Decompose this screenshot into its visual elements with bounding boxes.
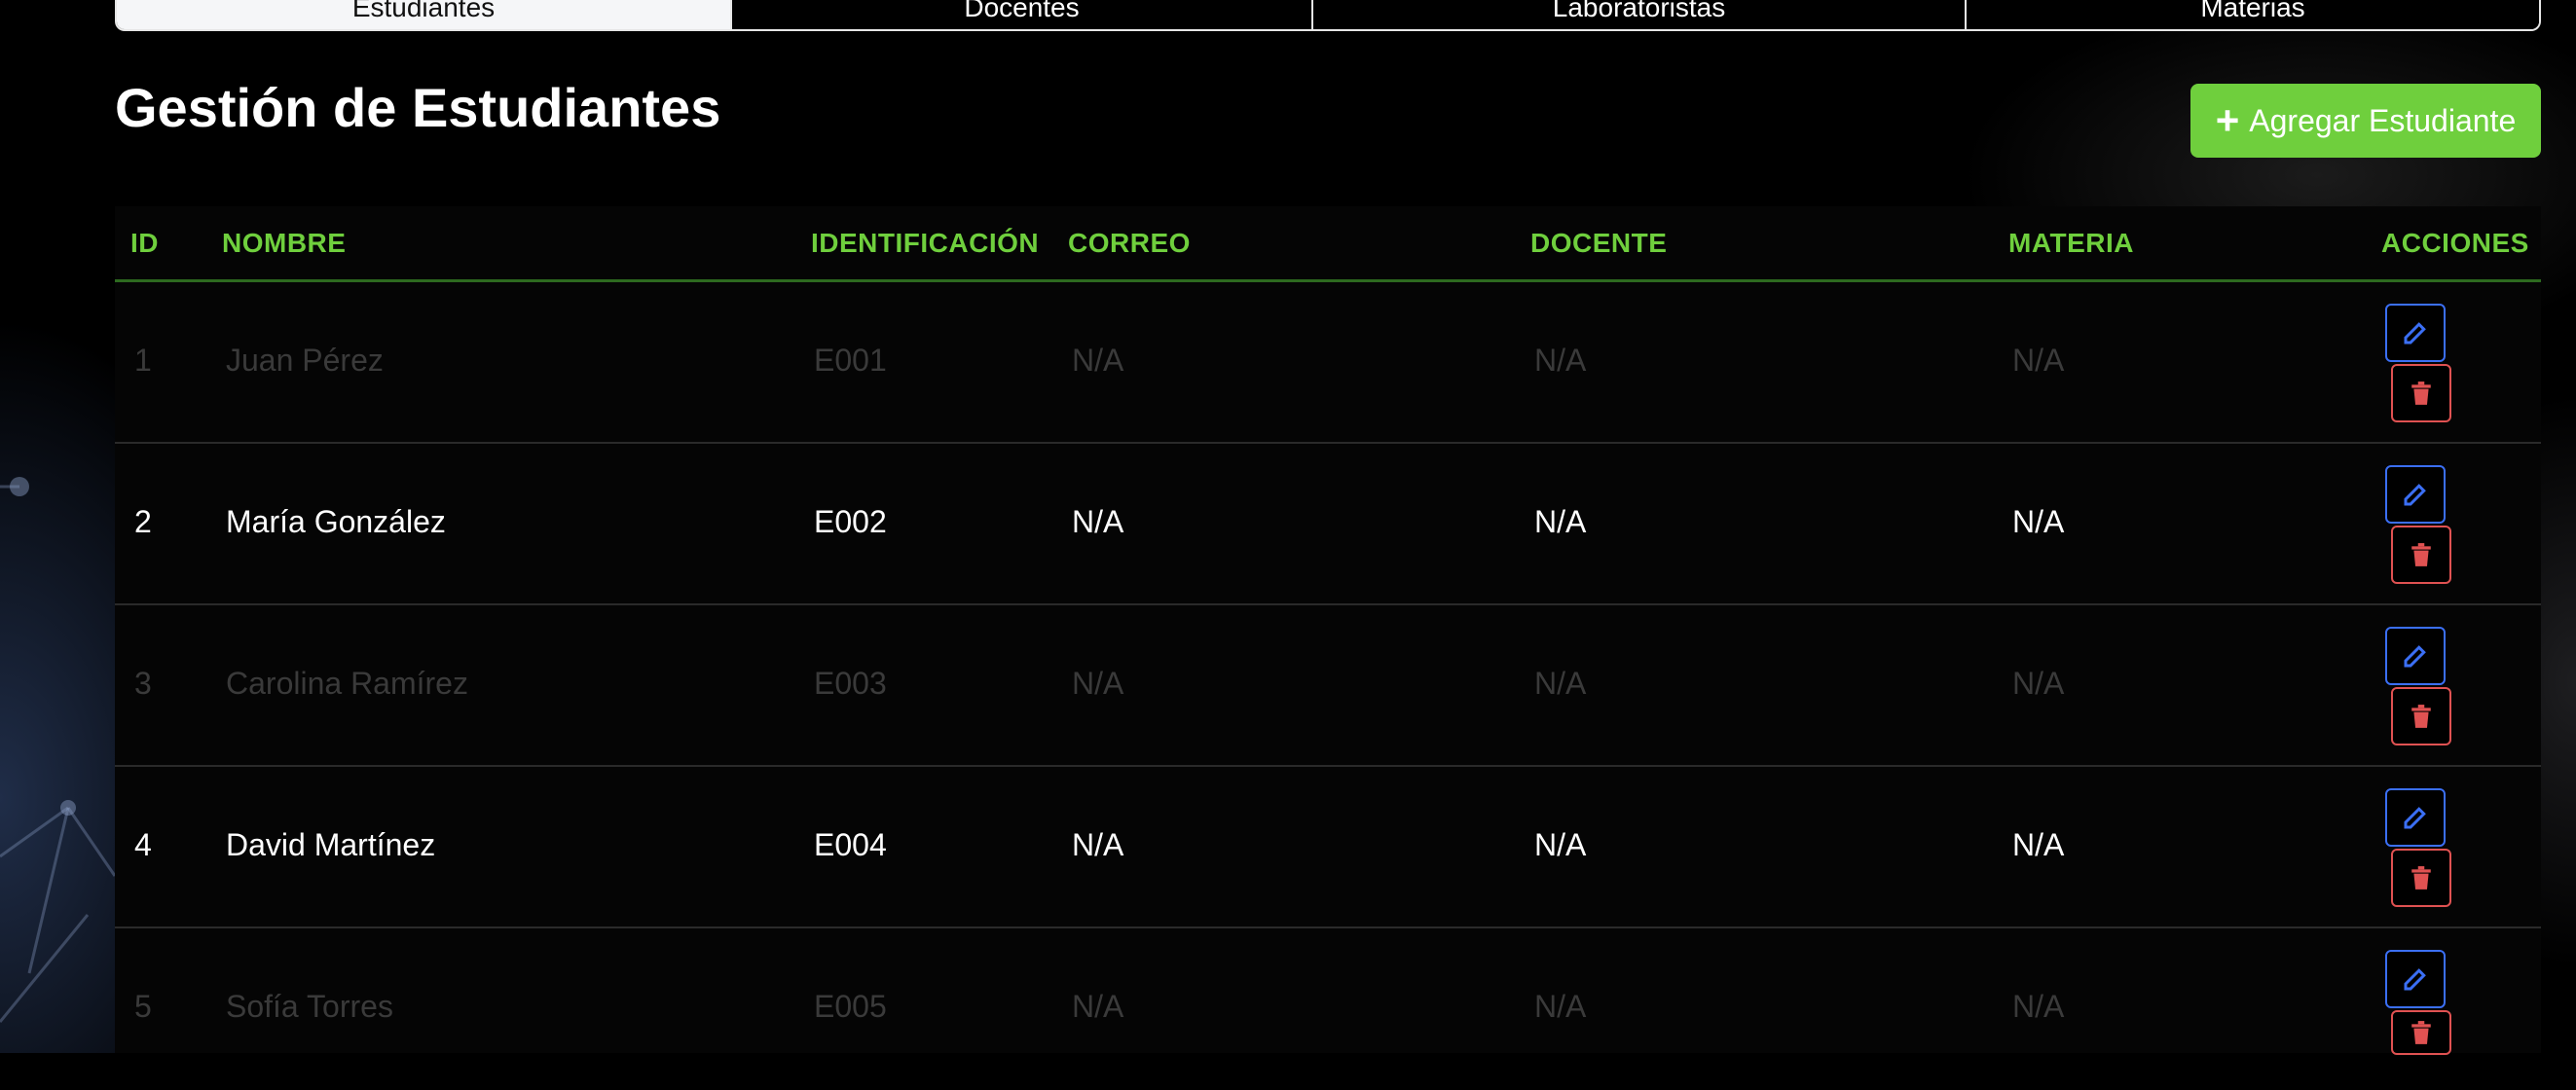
section-tabs: Estudiantes Docentes Laboratoristas Mate…	[115, 0, 2541, 31]
delete-button[interactable]	[2391, 687, 2451, 745]
table-row: 5 Sofía Torres E005 N/A N/A N/A	[115, 928, 2541, 1090]
delete-button[interactable]	[2391, 526, 2451, 584]
cell-identificacion: E003	[814, 666, 887, 701]
trash-icon	[2411, 1021, 2431, 1044]
cell-id: 5	[134, 989, 152, 1024]
edit-icon	[2404, 645, 2426, 668]
cell-correo: N/A	[1072, 504, 1124, 539]
header-id: ID	[130, 228, 159, 258]
edit-icon	[2404, 484, 2426, 506]
cell-nombre: David Martínez	[226, 827, 436, 862]
cell-docente: N/A	[1534, 989, 1587, 1024]
tab-laboratoristas[interactable]: Laboratoristas	[1313, 0, 1967, 29]
cell-docente: N/A	[1534, 666, 1587, 701]
tab-materias[interactable]: Materias	[1967, 0, 2539, 29]
add-student-label: Agregar Estudiante	[2249, 102, 2517, 138]
trash-icon	[2411, 543, 2431, 566]
table-row: 3 Carolina Ramírez E003 N/A N/A N/A	[115, 605, 2541, 767]
trash-icon	[2411, 705, 2431, 728]
trash-icon	[2411, 866, 2431, 890]
cell-materia: N/A	[2012, 989, 2065, 1024]
add-student-button[interactable]: + Agregar Estudiante	[2190, 84, 2541, 158]
cell-docente: N/A	[1534, 827, 1587, 862]
cell-materia: N/A	[2012, 343, 2065, 378]
tab-estudiantes[interactable]: Estudiantes	[117, 0, 732, 29]
edit-icon	[2404, 807, 2426, 829]
tab-docentes[interactable]: Docentes	[732, 0, 1313, 29]
cell-nombre: Juan Pérez	[226, 343, 384, 378]
edit-button[interactable]	[2385, 304, 2446, 362]
edit-button[interactable]	[2385, 465, 2446, 524]
edit-icon	[2404, 322, 2426, 345]
cell-id: 4	[134, 827, 152, 862]
header-docente: DOCENTE	[1530, 228, 1668, 258]
table-row: 1 Juan Pérez E001 N/A N/A N/A	[115, 282, 2541, 444]
cell-identificacion: E004	[814, 827, 887, 862]
cell-correo: N/A	[1072, 343, 1124, 378]
cell-nombre: María González	[226, 504, 446, 539]
cell-id: 3	[134, 666, 152, 701]
page-title: Gestión de Estudiantes	[115, 77, 721, 138]
header-correo: CORREO	[1068, 228, 1191, 258]
edit-button[interactable]	[2385, 788, 2446, 847]
header-acciones: ACCIONES	[2381, 228, 2529, 258]
edit-button[interactable]	[2385, 950, 2446, 1008]
cell-materia: N/A	[2012, 666, 2065, 701]
edit-icon	[2404, 968, 2426, 991]
cell-nombre: Carolina Ramírez	[226, 666, 468, 701]
edit-button[interactable]	[2385, 627, 2446, 685]
header-materia: MATERIA	[2008, 228, 2134, 258]
cell-identificacion: E005	[814, 989, 887, 1024]
header-identificacion: IDENTIFICACIÓN	[811, 228, 1040, 258]
cell-docente: N/A	[1534, 504, 1587, 539]
cell-materia: N/A	[2012, 504, 2065, 539]
cell-id: 2	[134, 504, 152, 539]
cell-correo: N/A	[1072, 989, 1124, 1024]
cell-nombre: Sofía Torres	[226, 989, 393, 1024]
cell-identificacion: E001	[814, 343, 887, 378]
cell-materia: N/A	[2012, 827, 2065, 862]
table-header: ID NOMBRE IDENTIFICACIÓN CORREO DOCENTE …	[115, 206, 2541, 282]
cell-correo: N/A	[1072, 666, 1124, 701]
cell-correo: N/A	[1072, 827, 1124, 862]
cell-docente: N/A	[1534, 343, 1587, 378]
cell-id: 1	[134, 343, 152, 378]
delete-button[interactable]	[2391, 1010, 2451, 1055]
trash-icon	[2411, 382, 2431, 405]
cell-identificacion: E002	[814, 504, 887, 539]
delete-button[interactable]	[2391, 364, 2451, 422]
table-row: 2 María González E002 N/A N/A N/A	[115, 444, 2541, 605]
delete-button[interactable]	[2391, 849, 2451, 907]
plus-icon: +	[2215, 97, 2240, 143]
table-row: 4 David Martínez E004 N/A N/A N/A	[115, 767, 2541, 928]
students-table: ID NOMBRE IDENTIFICACIÓN CORREO DOCENTE …	[115, 206, 2541, 1055]
header-nombre: NOMBRE	[222, 228, 347, 258]
